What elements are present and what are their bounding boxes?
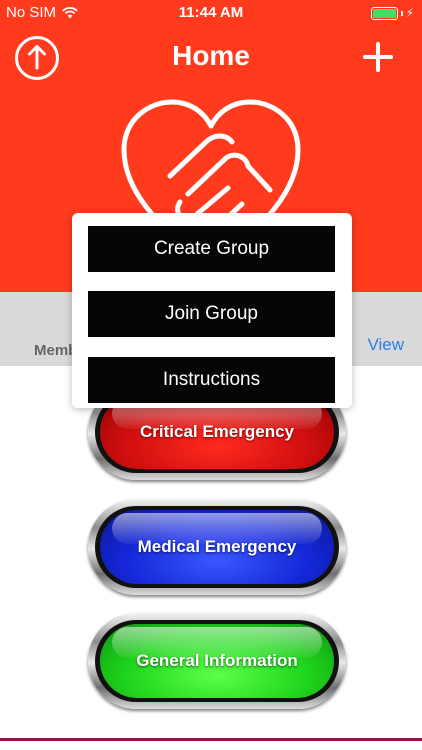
popup-menu: Create Group Join Group Instructions [72, 213, 352, 408]
status-time: 11:44 AM [178, 4, 244, 21]
general-information-button[interactable]: General Information [88, 613, 346, 709]
status-bar: No SIM 11:44 AM ⚡ [0, 0, 422, 26]
general-information-label: General Information [136, 651, 298, 670]
charging-bolt-icon: ⚡ [405, 6, 414, 20]
join-group-button[interactable]: Join Group [88, 291, 335, 337]
button-core: Medical Emergency [100, 510, 334, 584]
bottom-divider [0, 738, 422, 741]
plus-icon [363, 42, 393, 72]
button-core: General Information [100, 624, 334, 698]
status-right: ⚡ [370, 6, 414, 20]
view-members-link[interactable]: View [367, 335, 404, 355]
critical-emergency-label: Critical Emergency [139, 422, 294, 441]
battery-icon [370, 6, 398, 20]
instructions-button[interactable]: Instructions [88, 357, 335, 403]
battery-tip [400, 10, 403, 16]
create-group-button[interactable]: Create Group [88, 226, 335, 272]
members-label: Memb [34, 342, 78, 359]
add-button[interactable] [358, 37, 398, 77]
battery-level [372, 8, 396, 18]
upload-button[interactable] [14, 35, 60, 81]
upload-circle-icon [15, 36, 59, 80]
medical-emergency-button[interactable]: Medical Emergency [88, 499, 346, 595]
medical-emergency-label: Medical Emergency [137, 537, 297, 556]
